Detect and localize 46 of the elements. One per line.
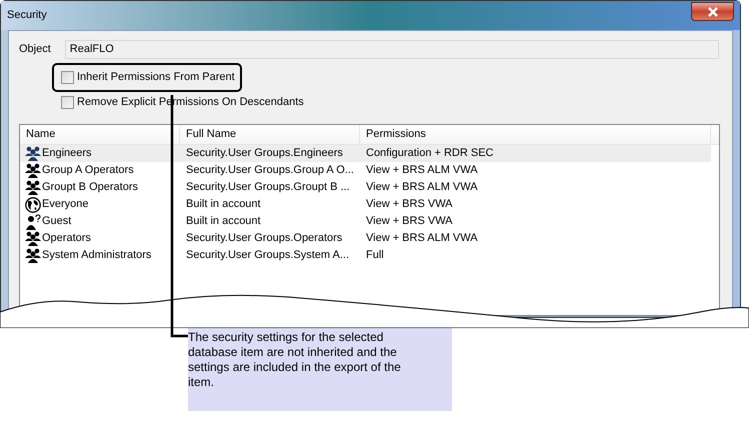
full-name: Built in account <box>185 197 262 212</box>
column-header[interactable]: Permissions <box>360 125 711 144</box>
checkbox[interactable] <box>61 96 74 109</box>
person-question-icon <box>25 214 41 230</box>
object-field[interactable]: RealFLO <box>64 40 719 59</box>
column-header[interactable]: Name <box>20 125 180 144</box>
close-button[interactable] <box>691 2 734 21</box>
people-icon <box>25 180 41 195</box>
user-name: System Administrators <box>42 248 152 264</box>
column-header[interactable]: Full Name <box>180 125 360 144</box>
permissions: Configuration + RDR SEC <box>365 146 494 162</box>
full-name: Security.User Groups.Groupt B ... <box>185 180 351 196</box>
table-row[interactable]: Guest Built in account View + BRS VWA <box>20 213 711 230</box>
permissions: View + BRS ALM VWA <box>365 231 478 246</box>
user-name: Everyone <box>42 197 88 212</box>
full-name: Security.User Groups.Engineers <box>185 146 344 162</box>
table-row[interactable]: Everyone Built in account View + BRS VWA <box>20 196 711 213</box>
user-name: Operators <box>42 231 91 246</box>
people-icon <box>25 146 41 161</box>
table-row[interactable]: System Administrators Security.User Groups.System A... Full <box>20 247 711 264</box>
object-label: Object <box>19 42 51 58</box>
close-icon <box>706 6 718 16</box>
user-name: Groupt B Operators <box>42 180 138 196</box>
people-icon <box>25 231 41 246</box>
checkbox-label: Inherit Permissions From Parent <box>77 70 235 86</box>
people-icon <box>25 163 41 178</box>
checkbox[interactable] <box>61 71 74 84</box>
permissions: View + BRS VWA <box>365 197 453 212</box>
callout-note: The security settings for the selected database item are not inherited and the settings are included in the export of the item. <box>188 328 452 411</box>
permissions: Full <box>365 248 384 264</box>
user-name: Guest <box>42 214 72 230</box>
permissions: View + BRS ALM VWA <box>365 163 478 178</box>
table-row[interactable]: Group A Operators Security.User Groups.Group A O... View + BRS ALM VWA <box>20 162 711 179</box>
full-name: Security.User Groups.System A... <box>185 248 350 264</box>
permissions: View + BRS ALM VWA <box>365 180 478 196</box>
permissions: View + BRS VWA <box>365 214 453 230</box>
table-row[interactable]: Groupt B Operators Security.User Groups.Groupt B ... View + BRS ALM VWA <box>20 179 711 196</box>
full-name: Built in account <box>185 214 262 230</box>
window-title: Security <box>7 8 47 24</box>
full-name: Security.User Groups.Group A O... <box>185 163 355 178</box>
full-name: Security.User Groups.Operators <box>185 231 344 246</box>
user-name: Group A Operators <box>42 163 134 178</box>
table-row[interactable]: Engineers Security.User Groups.Engineers Configuration + RDR SEC <box>20 145 711 162</box>
table-row[interactable]: Operators Security.User Groups.Operators View + BRS ALM VWA <box>20 230 711 247</box>
people-icon <box>25 248 41 263</box>
user-name: Engineers <box>42 146 92 162</box>
